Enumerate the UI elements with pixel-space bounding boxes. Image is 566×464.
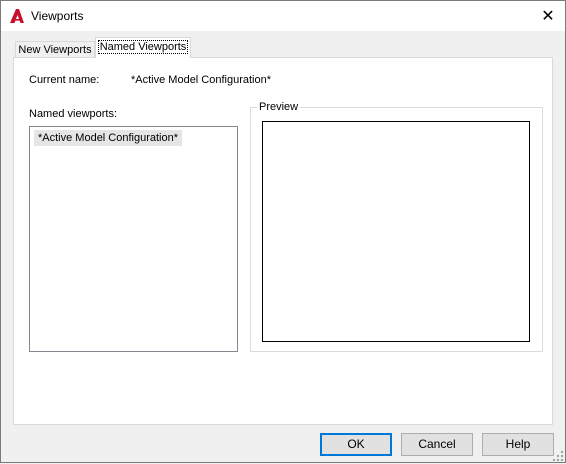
preview-area (262, 121, 530, 342)
close-button[interactable]: ✕ (531, 1, 565, 31)
preview-label: Preview (257, 101, 301, 113)
ok-button[interactable]: OK (320, 433, 392, 456)
tab-label: New Viewports (18, 44, 92, 56)
viewports-dialog: Viewports ✕ New Viewports Named Viewport… (0, 0, 566, 463)
close-icon: ✕ (541, 8, 555, 25)
current-name-label: Current name: (29, 74, 100, 86)
cancel-button[interactable]: Cancel (401, 433, 473, 456)
tab-named-viewports[interactable]: Named Viewports (95, 37, 191, 58)
list-item[interactable]: *Active Model Configuration* (34, 130, 183, 146)
resize-grip-icon[interactable] (553, 450, 563, 461)
window-title: Viewports (31, 9, 84, 23)
named-viewports-label: Named viewports: (29, 108, 118, 120)
title-bar[interactable]: Viewports ✕ (1, 1, 565, 31)
current-name-value: *Active Model Configuration* (131, 74, 272, 86)
tab-label: Named Viewports (97, 40, 189, 54)
help-button[interactable]: Help (482, 433, 554, 456)
autocad-a-icon (9, 8, 25, 24)
named-viewports-list[interactable]: *Active Model Configuration* (29, 126, 238, 352)
